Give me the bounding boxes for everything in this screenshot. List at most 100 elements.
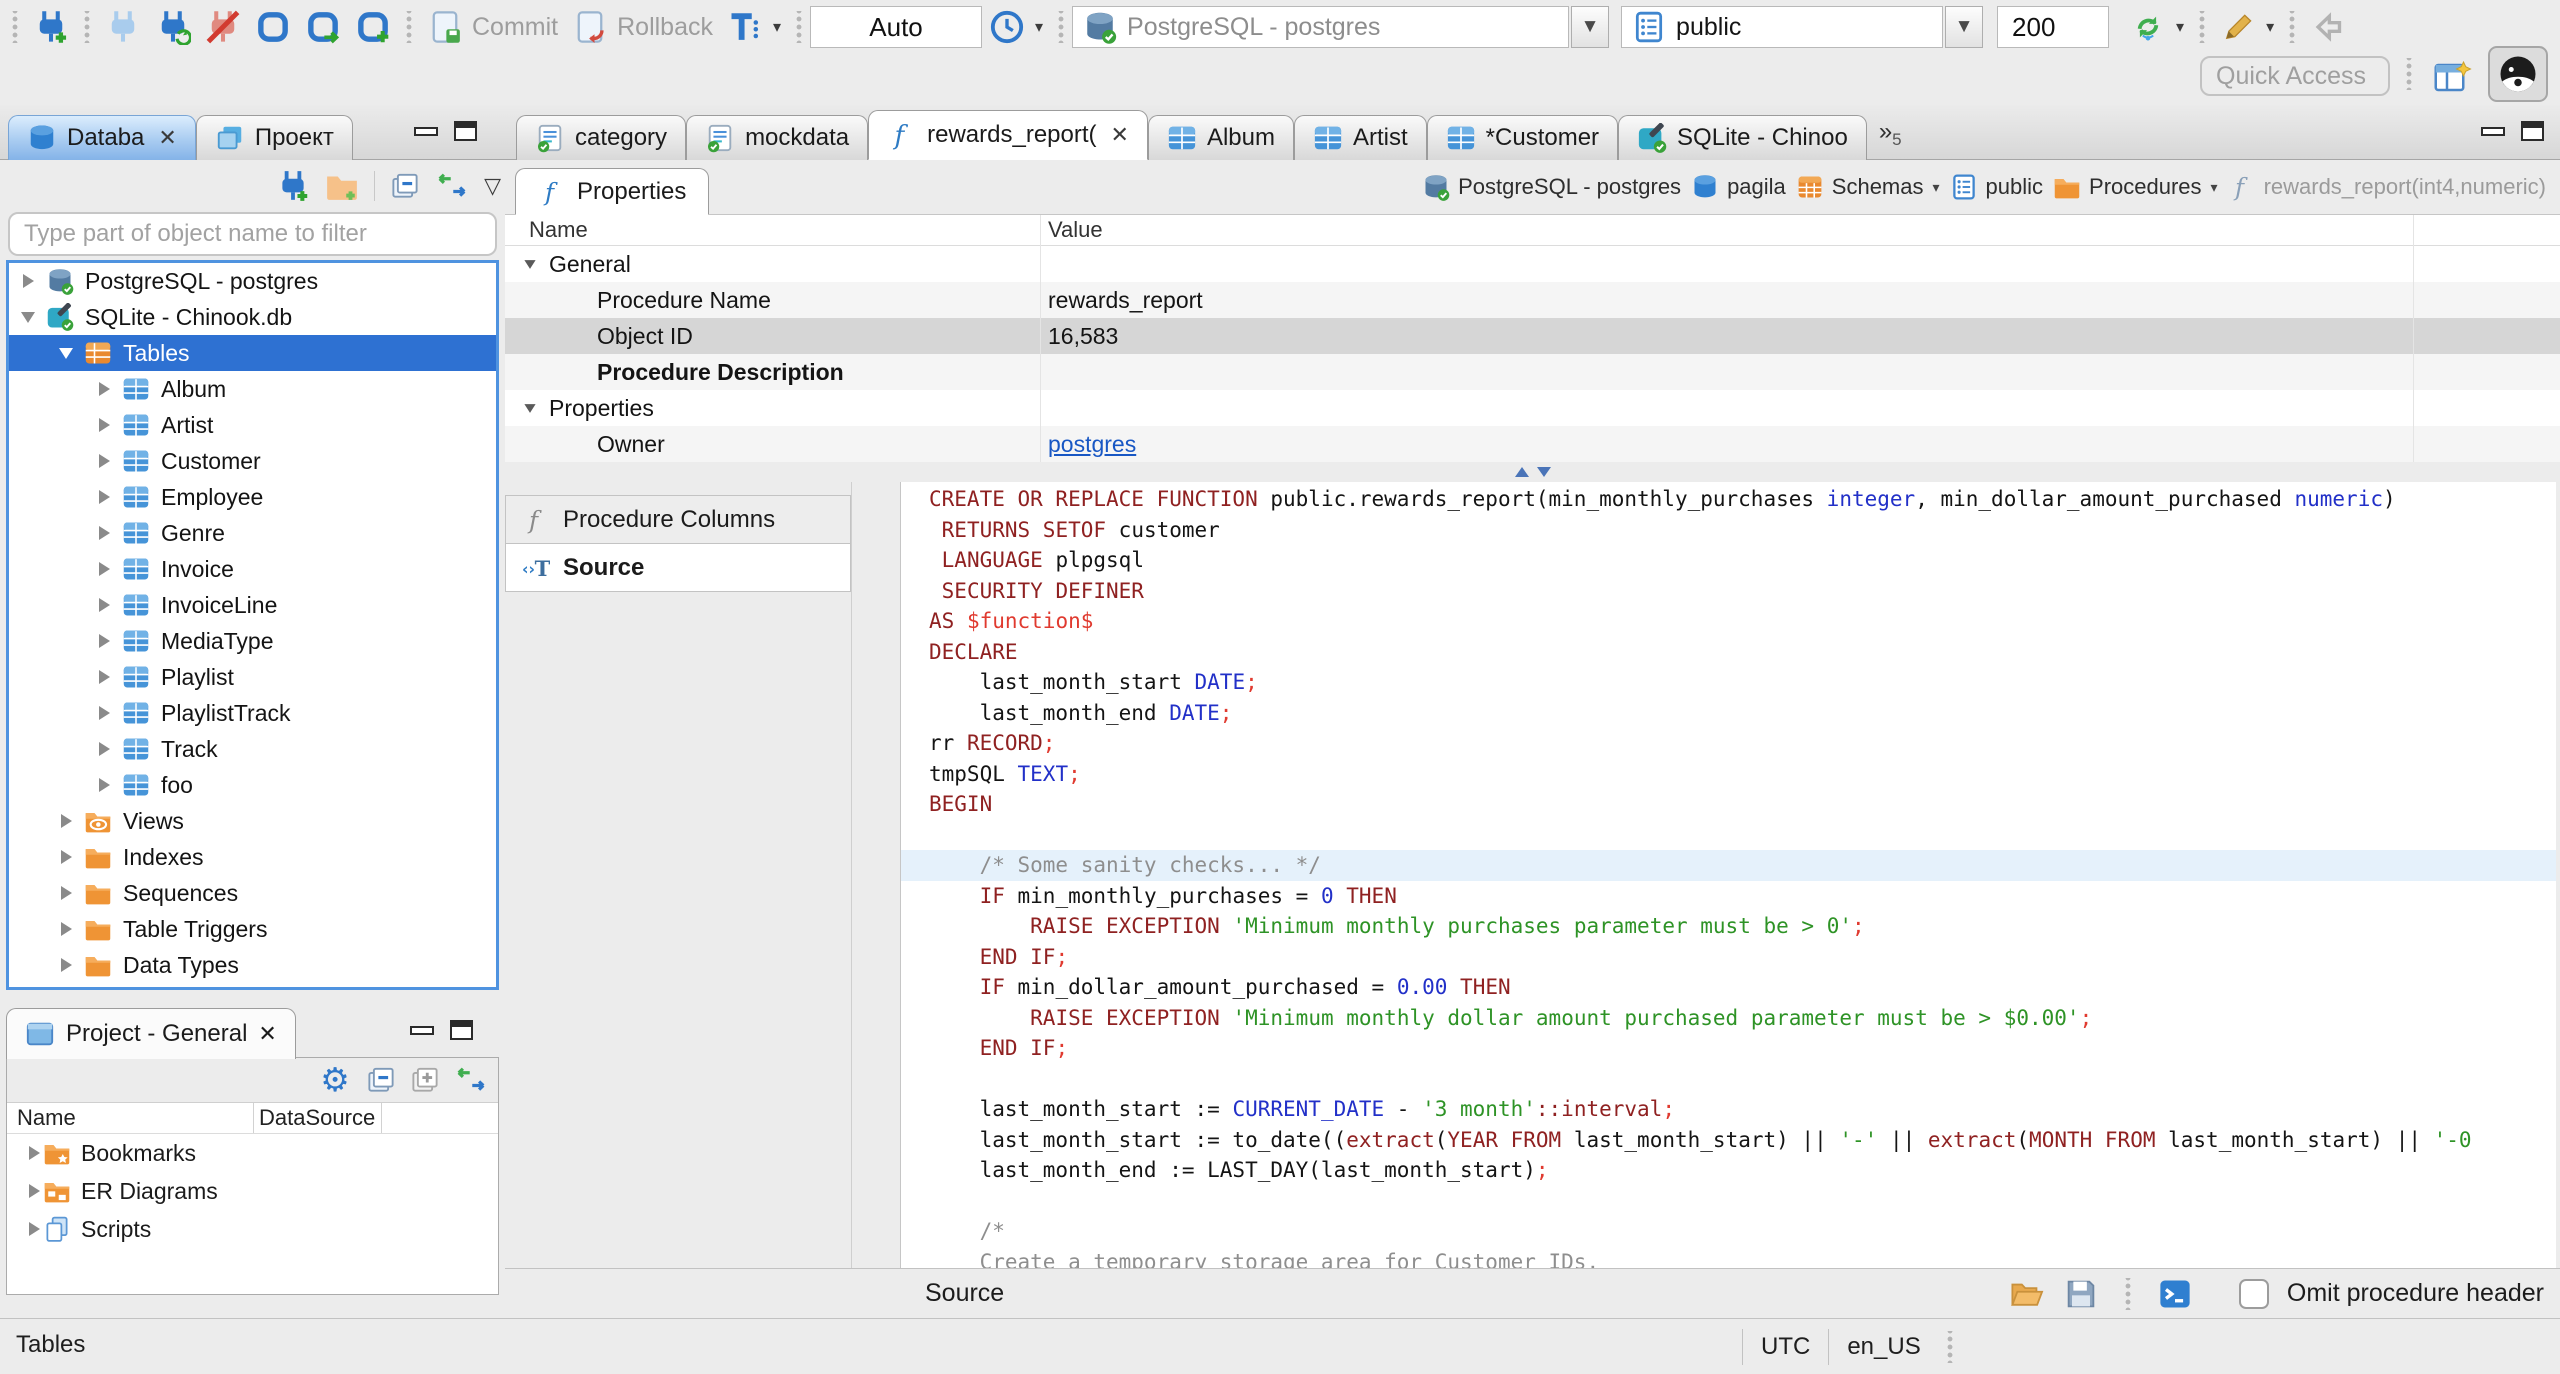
reconnect-button[interactable] [148,9,198,45]
timezone-label[interactable]: UTC [1761,1333,1810,1361]
property-row-object-id[interactable]: Object ID 16,583 [505,318,2560,354]
tab-overflow-button[interactable]: »5 [1879,118,1902,150]
chevron-down-icon[interactable] [521,403,539,414]
chevron-right-icon[interactable] [95,526,113,540]
grid-column-name[interactable]: Name [529,217,588,243]
property-row-owner[interactable]: Owner postgres [505,426,2560,462]
panel-tab-проект[interactable]: Проект [195,115,353,160]
save-icon[interactable] [2063,1276,2099,1312]
tree-item-customer[interactable]: Customer [9,443,496,479]
sql-source-editor[interactable]: CREATE OR REPLACE FUNCTION public.reward… [900,482,2556,1268]
editor-tab-category[interactable]: category [516,115,687,160]
object-filter-input[interactable]: Type part of object name to filter [8,212,497,256]
toolbar-grip[interactable] [405,11,413,43]
open-sql-script-button[interactable] [298,9,348,45]
disconnect-button[interactable] [198,9,248,45]
project-item-scripts[interactable]: Scripts [7,1210,498,1248]
close-icon[interactable]: ✕ [158,125,176,151]
chevron-right-icon[interactable] [25,1222,43,1236]
chevron-right-icon[interactable] [25,1184,43,1198]
tree-item-foo[interactable]: foo [9,767,496,803]
toolbar-grip[interactable] [2288,11,2297,43]
chevron-right-icon[interactable] [19,274,37,288]
new-connection-icon[interactable] [276,169,310,203]
toolbar-grip[interactable] [2123,1277,2132,1310]
auto-sync-button[interactable]: ▾ [2123,9,2191,45]
expand-all-icon[interactable] [410,1065,440,1095]
connect-button[interactable] [98,9,148,45]
tree-item-playlisttrack[interactable]: PlaylistTrack [9,695,496,731]
chevron-right-icon[interactable] [25,1146,43,1160]
minimize-icon[interactable] [2481,126,2505,136]
tree-item-sqlite-chinook-db[interactable]: SQLite - Chinook.db [9,299,496,335]
tree-item-employee[interactable]: Employee [9,479,496,515]
tree-item-data-types[interactable]: Data Types [9,947,496,983]
chevron-right-icon[interactable] [95,778,113,792]
link-with-editor-icon[interactable] [454,1063,488,1097]
chevron-down-icon[interactable] [57,347,75,359]
tree-item-mediatype[interactable]: MediaType [9,623,496,659]
chevron-down-icon[interactable] [521,259,539,270]
locale-label[interactable]: en_US [1847,1333,1920,1361]
tree-item-indexes[interactable]: Indexes [9,839,496,875]
fetch-size-input[interactable]: 200 [1997,6,2110,48]
column-header-datasource[interactable]: DataSource [259,1105,375,1131]
panel-tab-databa[interactable]: Databa ✕ [8,115,196,160]
breadcrumb-item-postgresql-postgres[interactable]: PostgreSQL - postgres [1422,173,1681,201]
tree-item-artist[interactable]: Artist [9,407,496,443]
breadcrumb-item-rewards-report-int4-numeric[interactable]: f rewards_report(int4,numeric) [2228,173,2546,201]
project-item-er-diagrams[interactable]: ER Diagrams [7,1172,498,1210]
chevron-right-icon[interactable] [95,670,113,684]
sql-generator-button[interactable]: ▾ [2213,9,2281,45]
chevron-right-icon[interactable] [95,706,113,720]
maximize-icon[interactable] [450,1020,473,1040]
editor-tab-sqlite-chinoo[interactable]: SQLite - Chinoo [1618,115,1867,160]
tree-item-genre[interactable]: Genre [9,515,496,551]
transaction-history-button[interactable]: ▾ [982,9,1050,45]
chevron-right-icon[interactable] [57,958,75,972]
collapse-all-icon[interactable] [390,171,420,201]
chevron-right-icon[interactable] [95,562,113,576]
tree-item-tables[interactable]: Tables [9,335,496,371]
minimize-icon[interactable] [414,126,438,136]
breadcrumb-item-pagila[interactable]: pagila [1691,173,1786,201]
property-row-procedure-description[interactable]: Procedure Description [505,354,2560,390]
project-panel-tab[interactable]: Project - General ✕ [6,1008,296,1059]
chevron-right-icon[interactable] [57,886,75,900]
toolbar-grip[interactable] [2405,58,2413,90]
property-row-procedure-name[interactable]: Procedure Name rewards_report [505,282,2560,318]
breadcrumb-item-schemas[interactable]: Schemas ▾ [1796,173,1940,201]
grid-column-divider[interactable] [1040,215,1041,462]
grid-column-divider[interactable] [2413,215,2414,462]
terminal-icon[interactable] [2157,1276,2193,1312]
toolbar-grip[interactable] [2198,11,2207,43]
open-perspective-icon[interactable] [2432,58,2472,98]
back-button[interactable] [2303,9,2353,45]
minimize-icon[interactable] [410,1025,434,1035]
view-menu-icon[interactable]: ▽ [484,173,501,199]
link-with-editor-icon[interactable] [435,169,469,203]
tree-item-views[interactable]: Views [9,803,496,839]
schema-selector[interactable]: public [1621,6,1944,48]
toolbar-grip[interactable] [83,11,91,43]
property-value[interactable]: postgres [1048,431,1136,458]
chevron-right-icon[interactable] [95,454,113,468]
project-item-bookmarks[interactable]: Bookmarks [7,1134,498,1172]
subtab-source[interactable]: ‹› T Source [505,543,851,592]
tree-item-postgresql-postgres[interactable]: PostgreSQL - postgres [9,263,496,299]
rollback-button[interactable]: Rollback [565,9,720,45]
chevron-right-icon[interactable] [95,418,113,432]
chevron-right-icon[interactable] [95,382,113,396]
chevron-right-icon[interactable] [95,490,113,504]
chevron-right-icon[interactable] [95,742,113,756]
chevron-right-icon[interactable] [95,598,113,612]
sql-editor-button[interactable] [248,9,298,45]
toolbar-grip[interactable] [1057,11,1066,43]
open-file-icon[interactable] [2009,1276,2045,1312]
collapse-down-icon[interactable] [1536,467,1551,477]
panel-sash[interactable] [505,462,2560,482]
gear-icon[interactable]: ⚙ [318,1063,352,1097]
editor-tab-rewards-report[interactable]: f rewards_report(✕ [868,110,1148,160]
dbeaver-perspective-button[interactable] [2488,46,2548,102]
toolbar-grip[interactable] [795,11,804,43]
